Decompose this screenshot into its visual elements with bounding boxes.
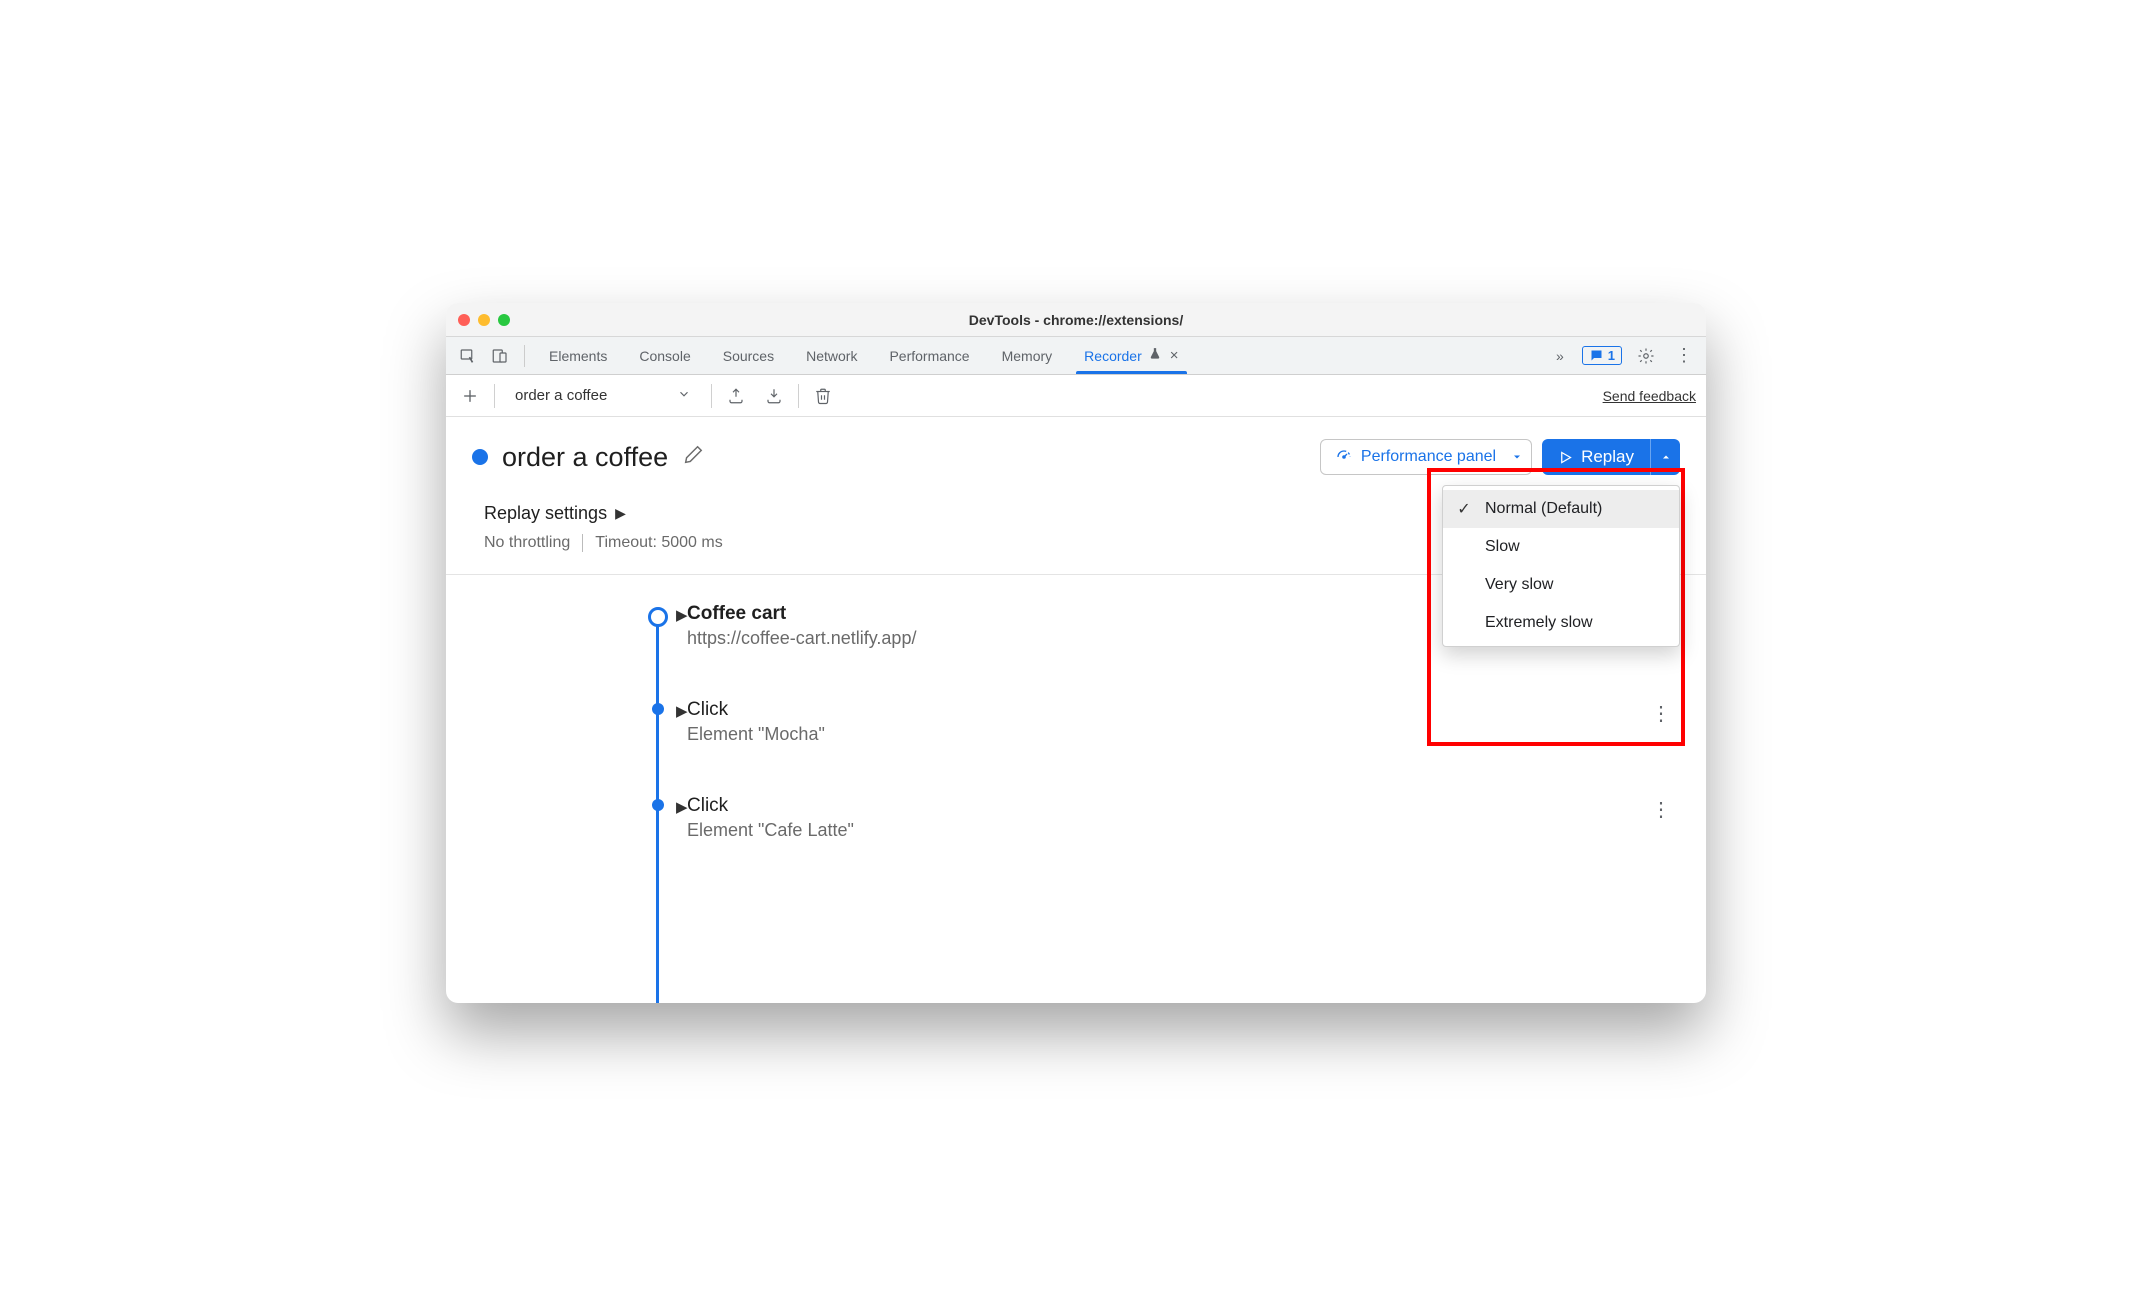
import-icon[interactable]	[760, 382, 788, 410]
replay-speed-dropdown[interactable]	[1650, 439, 1680, 475]
performance-panel-button[interactable]: Performance panel	[1320, 439, 1511, 475]
export-icon[interactable]	[722, 382, 750, 410]
replay-speed-option-label: Very slow	[1485, 576, 1553, 594]
separator	[524, 345, 525, 367]
expand-step-icon[interactable]: ▶	[676, 606, 688, 624]
issues-badge[interactable]: 1	[1582, 346, 1622, 365]
timeline-step[interactable]: ▶Click Element "Cafe Latte"⋮	[631, 795, 1676, 891]
tab-sources[interactable]: Sources	[709, 337, 788, 374]
settings-icon[interactable]	[1632, 342, 1660, 370]
minimize-window-button[interactable]	[478, 314, 490, 326]
caret-right-icon: ▶	[615, 505, 626, 522]
tab-label: Console	[639, 348, 690, 364]
tab-label: Performance	[889, 348, 969, 364]
close-tab-icon[interactable]: ×	[1170, 347, 1179, 364]
replay-speed-menu: ✓ Normal (Default) Slow Very slow Extremely …	[1442, 485, 1680, 647]
step-marker-icon	[648, 799, 664, 811]
device-toolbar-icon[interactable]	[486, 342, 514, 370]
timeline-step[interactable]: ▶Click Element "Mocha"⋮	[631, 699, 1676, 795]
record-indicator-icon	[472, 449, 488, 465]
tab-label: Memory	[1002, 348, 1053, 364]
replay-speed-option[interactable]: Very slow	[1443, 566, 1679, 604]
chat-icon	[1589, 348, 1604, 363]
step-subtitle: Element "Cafe Latte"	[687, 820, 1676, 841]
triangle-down-icon	[1511, 451, 1523, 463]
replay-speed-option-label: Extremely slow	[1485, 614, 1593, 632]
rename-recording-button[interactable]	[682, 444, 704, 471]
replay-speed-option[interactable]: Slow	[1443, 528, 1679, 566]
flask-icon	[1148, 347, 1162, 364]
tab-label: Elements	[549, 348, 607, 364]
tab-network[interactable]: Network	[792, 337, 871, 374]
replay-speed-option[interactable]: ✓ Normal (Default)	[1443, 490, 1679, 528]
step-marker-icon	[648, 703, 664, 715]
devtools-window: DevTools - chrome://extensions/ Elements…	[446, 303, 1706, 1003]
triangle-up-icon	[1660, 451, 1672, 463]
tab-label: Recorder	[1084, 348, 1142, 364]
throttling-value: No throttling	[484, 534, 570, 552]
more-tabs-button[interactable]: »	[1550, 348, 1570, 364]
timeout-value: Timeout: 5000 ms	[595, 534, 722, 552]
tab-label: Sources	[723, 348, 774, 364]
recording-title: order a coffee	[502, 442, 668, 473]
step-title: Click	[687, 699, 1676, 721]
gauge-icon	[1335, 448, 1353, 466]
zoom-window-button[interactable]	[498, 314, 510, 326]
recording-header: order a coffee Performance panel Replay	[446, 417, 1706, 497]
issues-count: 1	[1608, 348, 1615, 363]
play-icon	[1558, 450, 1573, 465]
replay-speed-option[interactable]: Extremely slow	[1443, 604, 1679, 642]
tab-performance[interactable]: Performance	[875, 337, 983, 374]
tab-recorder[interactable]: Recorder ×	[1070, 337, 1192, 374]
expand-step-icon[interactable]: ▶	[676, 798, 688, 816]
replay-speed-option-label: Normal (Default)	[1485, 500, 1602, 518]
window-controls	[458, 314, 510, 326]
check-icon: ✓	[1455, 499, 1473, 519]
recording-select-value: order a coffee	[515, 387, 607, 404]
step-subtitle: Element "Mocha"	[687, 724, 1676, 745]
recording-select[interactable]: order a coffee	[505, 383, 701, 409]
performance-panel-dropdown[interactable]	[1502, 439, 1532, 475]
step-marker-start-icon	[648, 607, 668, 627]
separator	[711, 384, 712, 408]
separator	[582, 534, 583, 552]
header-actions: Performance panel Replay ✓Normal (Defaul…	[1320, 439, 1680, 475]
new-recording-button[interactable]	[456, 382, 484, 410]
tab-memory[interactable]: Memory	[988, 337, 1067, 374]
step-title: Click	[687, 795, 1676, 817]
devtools-tab-bar: Elements Console Sources Network Performance…	[446, 337, 1706, 375]
window-title: DevTools - chrome://extensions/	[446, 312, 1706, 328]
replay-button[interactable]: Replay	[1542, 439, 1650, 475]
inspect-element-icon[interactable]	[454, 342, 482, 370]
recorder-toolbar: order a coffee Send feedback	[446, 375, 1706, 417]
tab-console[interactable]: Console	[625, 337, 704, 374]
tab-elements[interactable]: Elements	[535, 337, 621, 374]
performance-panel-label: Performance panel	[1361, 448, 1496, 466]
step-kebab-menu[interactable]: ⋮	[1651, 797, 1672, 822]
separator	[494, 384, 495, 408]
step-kebab-menu[interactable]: ⋮	[1651, 701, 1672, 726]
tab-label: Network	[806, 348, 857, 364]
devtools-tabs: Elements Console Sources Network Performance…	[535, 337, 1546, 374]
replay-settings-label: Replay settings	[484, 503, 607, 524]
kebab-menu-icon[interactable]: ⋮	[1670, 342, 1698, 370]
separator	[798, 384, 799, 408]
title-bar: DevTools - chrome://extensions/	[446, 303, 1706, 337]
close-window-button[interactable]	[458, 314, 470, 326]
replay-label: Replay	[1581, 447, 1634, 467]
send-feedback-link[interactable]: Send feedback	[1603, 388, 1696, 404]
replay-speed-option-label: Slow	[1485, 538, 1520, 556]
expand-step-icon[interactable]: ▶	[676, 702, 688, 720]
delete-icon[interactable]	[809, 382, 837, 410]
chevron-down-icon	[677, 387, 691, 405]
